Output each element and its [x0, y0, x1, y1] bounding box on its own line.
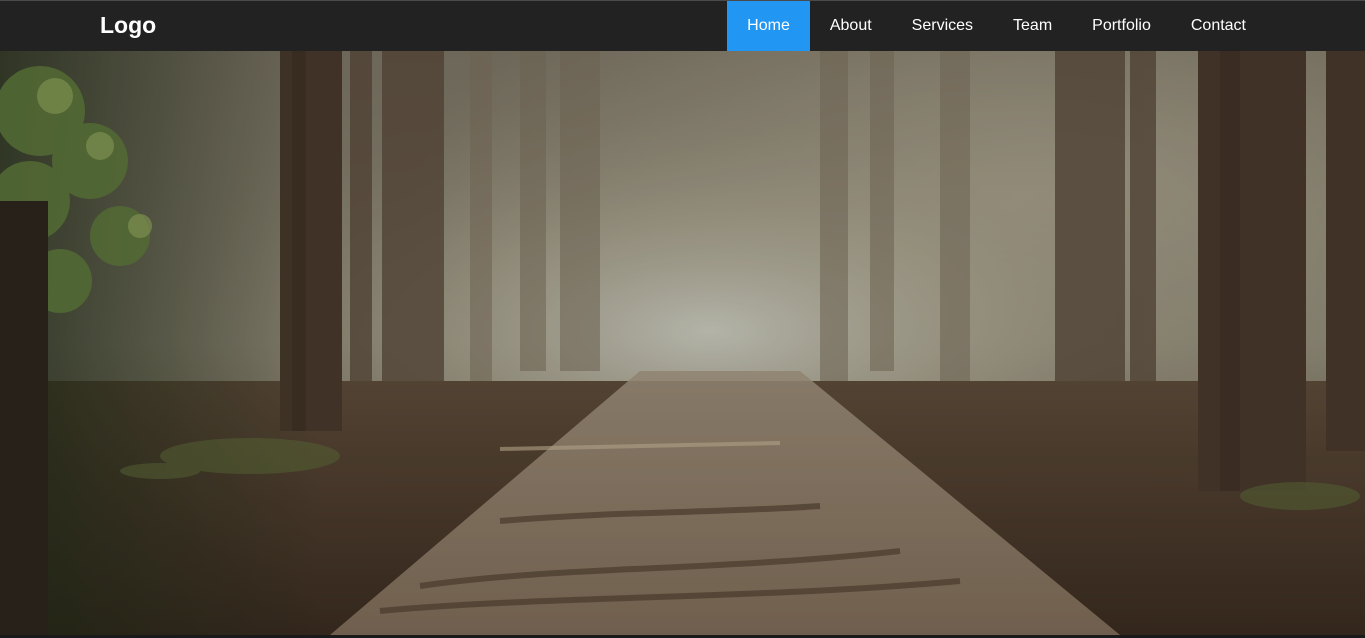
- nav-item-team: Team: [993, 1, 1072, 51]
- nav-link-team[interactable]: Team: [993, 1, 1072, 51]
- nav-item-services: Services: [892, 1, 993, 51]
- nav-item-home: Home: [727, 1, 810, 51]
- nav-link-portfolio[interactable]: Portfolio: [1072, 1, 1171, 51]
- nav-link-services[interactable]: Services: [892, 1, 993, 51]
- hero-image: [0, 51, 1365, 635]
- nav-item-portfolio: Portfolio: [1072, 1, 1171, 51]
- forest-path-illustration: [0, 51, 1365, 635]
- nav-item-about: About: [810, 1, 892, 51]
- nav-link-home[interactable]: Home: [727, 1, 810, 51]
- nav-item-contact: Contact: [1171, 1, 1266, 51]
- nav-menu: Home About Services Team Portfolio Conta…: [727, 1, 1266, 51]
- logo-link[interactable]: Logo: [100, 12, 156, 38]
- nav-link-contact[interactable]: Contact: [1171, 1, 1266, 51]
- navbar: Logo Home About Services Team Portfolio …: [0, 0, 1365, 51]
- nav-link-about[interactable]: About: [810, 1, 892, 51]
